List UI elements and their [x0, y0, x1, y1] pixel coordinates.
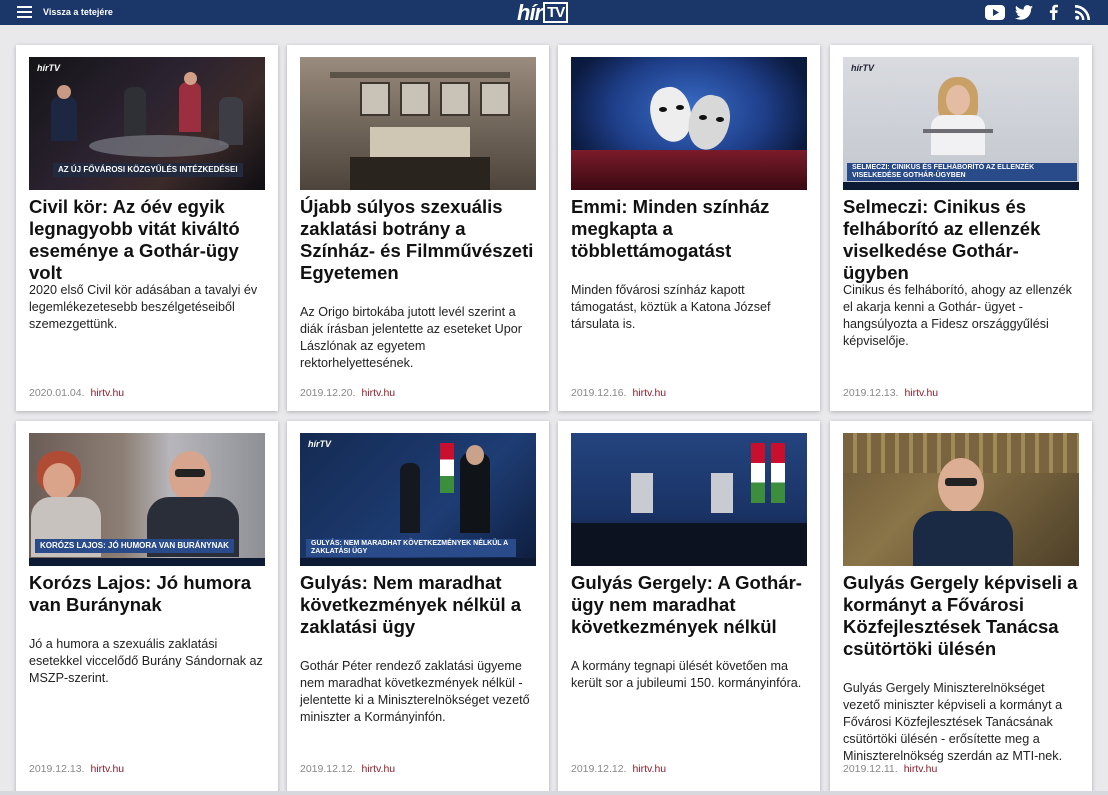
article-date: 2020.01.04.: [29, 387, 85, 399]
article-thumbnail[interactable]: KORÓZS LAJOS: JÓ HUMORA VAN BURÁNYNAK: [29, 433, 265, 566]
top-bar: Vissza a tetejére hír TV: [0, 0, 1108, 25]
thumbnail-caption: SELMECZI: CINIKUS ÉS FELHÁBORÍTÓ AZ ELLE…: [847, 163, 1077, 181]
back-to-top-link[interactable]: Vissza a tetejére: [43, 7, 113, 17]
article-meta: 2019.12.11. hirtv.hu: [843, 763, 937, 775]
facebook-icon[interactable]: [1043, 3, 1063, 21]
article-source[interactable]: hirtv.hu: [632, 763, 666, 775]
news-ticker: [29, 558, 265, 566]
article-summary: Gulyás Gergely Miniszterelnökséget vezet…: [843, 681, 1063, 763]
article-source[interactable]: hirtv.hu: [904, 763, 938, 775]
menu-icon[interactable]: [17, 6, 32, 18]
rss-icon[interactable]: [1072, 3, 1092, 21]
article-meta: 2019.12.13. hirtv.hu: [843, 387, 938, 399]
article-title[interactable]: Újabb súlyos szexuális zaklatási botrány…: [300, 196, 540, 284]
article-source[interactable]: hirtv.hu: [90, 387, 124, 399]
article-meta: 2019.12.20. hirtv.hu: [300, 387, 395, 399]
article-card[interactable]: Emmi: Minden színház megkapta a többlett…: [558, 45, 820, 411]
article-meta: 2019.12.12. hirtv.hu: [571, 763, 666, 775]
article-thumbnail[interactable]: [571, 57, 807, 190]
article-date: 2019.12.13.: [843, 387, 899, 399]
article-card[interactable]: Gulyás Gergely: A Gothár-ügy nem maradha…: [558, 421, 820, 795]
article-card[interactable]: Gulyás Gergely képviseli a kormányt a Fő…: [830, 421, 1092, 795]
article-title[interactable]: Gulyás Gergely: A Gothár-ügy nem maradha…: [571, 572, 811, 638]
article-card[interactable]: hírTV SELMECZI: CINIKUS ÉS FELHÁBORÍTÓ A…: [830, 45, 1092, 411]
article-summary: Cinikus és felháborító, ahogy az ellenzé…: [843, 283, 1072, 348]
article-source[interactable]: hirtv.hu: [361, 763, 395, 775]
hirtv-watermark: hírTV: [851, 63, 875, 73]
article-thumbnail[interactable]: [843, 433, 1079, 566]
article-card[interactable]: Újabb súlyos szexuális zaklatási botrány…: [287, 45, 549, 411]
article-date: 2019.12.12.: [571, 763, 627, 775]
logo-main-text: hír: [517, 0, 543, 25]
article-summary: A kormány tegnapi ülését követően ma ker…: [571, 659, 802, 690]
article-thumbnail[interactable]: hírTV GULYÁS: NEM MARADHAT KÖVETKEZMÉNYE…: [300, 433, 536, 566]
article-title[interactable]: Selmeczi: Cinikus és felháborító az elle…: [843, 196, 1083, 284]
article-thumbnail[interactable]: hírTV AZ ÚJ FŐVÁROSI KÖZGYŰLÉS INTÉZKEDÉ…: [29, 57, 265, 190]
article-title[interactable]: Gulyás: Nem maradhat következmények nélk…: [300, 572, 540, 638]
social-links: [985, 3, 1092, 21]
article-title[interactable]: Korózs Lajos: Jó humora van Buránynak: [29, 572, 269, 616]
twitter-icon[interactable]: [1014, 3, 1034, 21]
article-date: 2019.12.11.: [843, 763, 898, 775]
news-ticker: [843, 182, 1079, 190]
news-ticker: [300, 558, 536, 566]
logo-tv-text: TV: [543, 2, 569, 23]
article-card[interactable]: hírTV GULYÁS: NEM MARADHAT KÖVETKEZMÉNYE…: [287, 421, 549, 795]
article-date: 2019.12.12.: [300, 763, 356, 775]
article-meta: 2020.01.04. hirtv.hu: [29, 387, 124, 399]
article-title[interactable]: Gulyás Gergely képviseli a kormányt a Fő…: [843, 572, 1083, 660]
article-date: 2019.12.13.: [29, 763, 85, 775]
article-summary: Jó a humora a szexuális zaklatási esetek…: [29, 637, 263, 685]
article-thumbnail[interactable]: [300, 57, 536, 190]
article-thumbnail[interactable]: hírTV SELMECZI: CINIKUS ÉS FELHÁBORÍTÓ A…: [843, 57, 1079, 190]
article-title[interactable]: Emmi: Minden színház megkapta a többlett…: [571, 196, 811, 262]
article-date: 2019.12.16.: [571, 387, 627, 399]
article-card[interactable]: KORÓZS LAJOS: JÓ HUMORA VAN BURÁNYNAK Ko…: [16, 421, 278, 795]
article-meta: 2019.12.12. hirtv.hu: [300, 763, 395, 775]
hirtv-watermark: hírTV: [308, 439, 332, 449]
article-summary: 2020 első Civil kör adásában a tavalyi é…: [29, 283, 258, 331]
article-summary: Az Origo birtokába jutott levél szerint …: [300, 305, 522, 370]
thumbnail-caption: AZ ÚJ FŐVÁROSI KÖZGYŰLÉS INTÉZKEDÉSEI: [53, 163, 243, 177]
page-bottom-edge: [0, 791, 1108, 795]
hirtv-logo[interactable]: hír TV: [517, 0, 569, 25]
article-meta: 2019.12.13. hirtv.hu: [29, 763, 124, 775]
article-summary: Minden fővárosi színház kapott támogatás…: [571, 283, 771, 331]
article-date: 2019.12.20.: [300, 387, 356, 399]
article-source[interactable]: hirtv.hu: [632, 387, 666, 399]
youtube-icon[interactable]: [985, 3, 1005, 21]
article-summary: Gothár Péter rendező zaklatási ügyeme ne…: [300, 659, 530, 724]
thumbnail-caption: GULYÁS: NEM MARADHAT KÖVETKEZMÉNYEK NÉLK…: [306, 539, 516, 557]
article-card[interactable]: hírTV AZ ÚJ FŐVÁROSI KÖZGYŰLÉS INTÉZKEDÉ…: [16, 45, 278, 411]
article-title[interactable]: Civil kör: Az óév egyik legnagyobb vitát…: [29, 196, 269, 284]
article-source[interactable]: hirtv.hu: [90, 763, 124, 775]
hirtv-watermark: hírTV: [37, 63, 61, 73]
article-thumbnail[interactable]: [571, 433, 807, 566]
article-source[interactable]: hirtv.hu: [361, 387, 395, 399]
article-meta: 2019.12.16. hirtv.hu: [571, 387, 666, 399]
article-source[interactable]: hirtv.hu: [904, 387, 938, 399]
thumbnail-caption: KORÓZS LAJOS: JÓ HUMORA VAN BURÁNYNAK: [35, 539, 234, 553]
